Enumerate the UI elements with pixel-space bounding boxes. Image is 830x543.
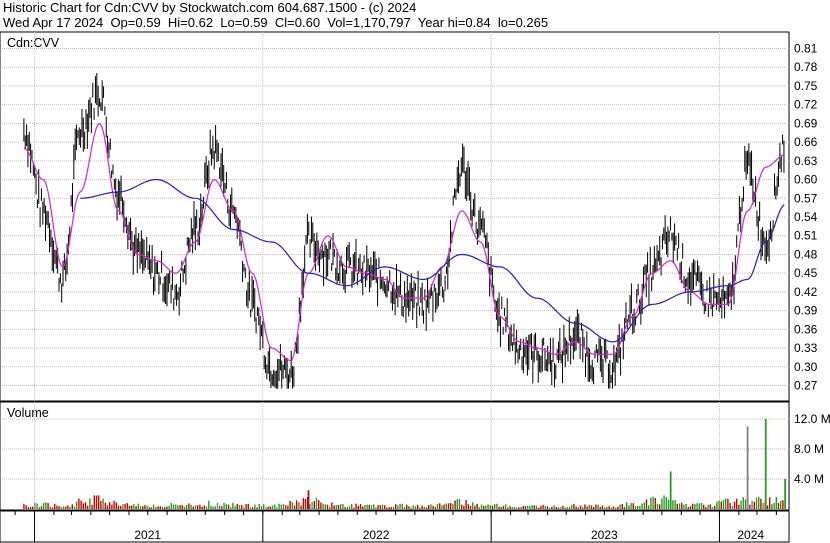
price-y-tick-label: 0.81 [794,41,818,55]
x-tick-label: 2023 [591,528,618,542]
volume-panel-label: Volume [7,406,49,420]
price-y-tick-label: 0.33 [794,341,818,355]
price-y-tick-label: 0.45 [794,266,818,280]
price-y-tick-label: 0.63 [794,154,818,168]
price-panel-label: Cdn:CVV [7,36,60,50]
price-y-tick-label: 0.48 [794,247,818,261]
price-y-tick-label: 0.42 [794,285,818,299]
volume-y-tick-label: 8.0 M [794,442,824,456]
price-y-tick-label: 0.72 [794,98,818,112]
x-tick-label: 2021 [134,528,161,542]
price-y-tick-label: 0.66 [794,135,818,149]
price-y-tick-label: 0.27 [794,379,818,393]
volume-y-tick-label: 4.0 M [794,472,824,486]
price-y-tick-label: 0.36 [794,322,818,336]
price-y-tick-label: 0.30 [794,360,818,374]
price-y-tick-label: 0.78 [794,60,818,74]
x-axis-strip [0,510,790,543]
price-y-tick-label: 0.75 [794,79,818,93]
price-y-tick-label: 0.57 [794,191,818,205]
price-y-tick-label: 0.69 [794,116,818,130]
volume-y-tick-label: 12.0 M [794,412,830,426]
x-tick-label: 2022 [363,528,390,542]
stock-chart: Cdn:CVV 0.81 0.78 0.75 0.72 0.69 0.66 0.63 0.60… [0,31,830,543]
price-y-tick-label: 0.54 [794,210,818,224]
price-y-tick-label: 0.60 [794,173,818,187]
x-tick-label: 2024 [737,528,764,542]
price-y-tick-label: 0.51 [794,229,818,243]
price-y-tick-label: 0.39 [794,304,818,318]
